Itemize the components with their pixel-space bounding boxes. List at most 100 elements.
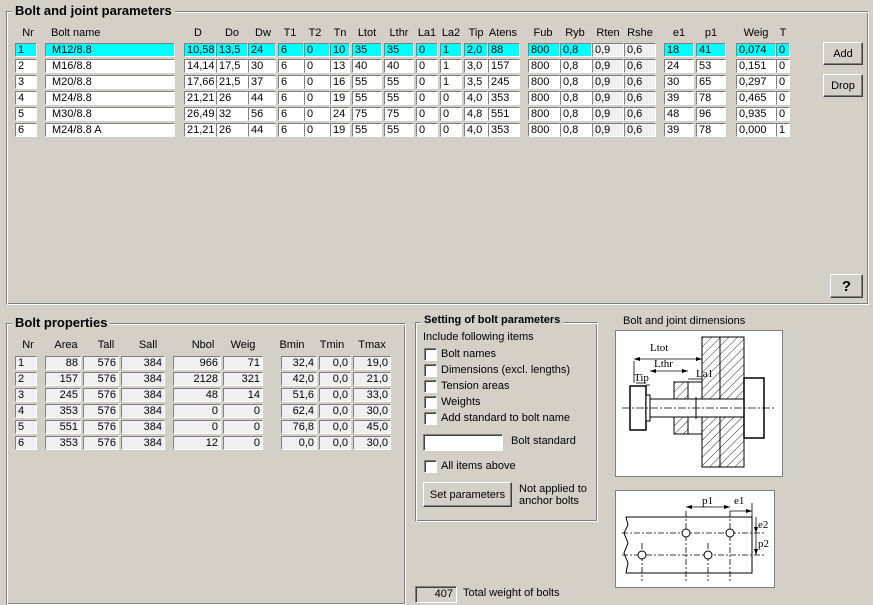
joint-cell-p1[interactable]: 53 [696, 59, 726, 73]
joint-cell-la1[interactable]: 0 [416, 91, 438, 105]
joint-cell-nr[interactable]: 4 [15, 91, 37, 105]
joint-cell-weig[interactable]: 0,151 [736, 59, 776, 73]
joint-cell-t[interactable]: 0 [776, 75, 790, 89]
joint-cell-t1[interactable]: 6 [278, 123, 304, 137]
drop-button[interactable]: Drop [823, 74, 863, 97]
joint-cell-atens[interactable]: 88 [488, 43, 520, 57]
joint-cell-t1[interactable]: 6 [278, 107, 304, 121]
joint-cell-e1[interactable]: 30 [664, 75, 694, 89]
joint-cell-t[interactable]: 0 [776, 107, 790, 121]
joint-cell-e1[interactable]: 39 [664, 123, 694, 137]
joint-cell-e1[interactable]: 39 [664, 91, 694, 105]
joint-cell-weig[interactable]: 0,074 [736, 43, 776, 57]
joint-cell-rshe[interactable]: 0,6 [624, 43, 656, 57]
joint-cell-lthr[interactable]: 40 [384, 59, 414, 73]
joint-cell-nr[interactable]: 1 [15, 43, 37, 57]
joint-cell-fub[interactable]: 800 [528, 107, 560, 121]
joint-cell-p1[interactable]: 78 [696, 91, 726, 105]
joint-cell-d[interactable]: 21,21 [184, 91, 216, 105]
add-standard-checkbox[interactable] [424, 412, 437, 425]
set-parameters-button[interactable]: Set parameters [423, 482, 512, 507]
tension-areas-checkbox[interactable] [424, 380, 437, 393]
joint-cell-la1[interactable]: 0 [416, 43, 438, 57]
joint-cell-rten[interactable]: 0,9 [592, 59, 624, 73]
joint-cell-nr[interactable]: 5 [15, 107, 37, 121]
joint-cell-p1[interactable]: 78 [696, 123, 726, 137]
joint-cell-ltot[interactable]: 55 [352, 91, 382, 105]
joint-cell-t[interactable]: 0 [776, 59, 790, 73]
joint-cell-bolt-name[interactable]: M16/8.8 [45, 59, 175, 73]
dimensions-checkbox[interactable] [424, 364, 437, 377]
joint-cell-rshe[interactable]: 0,6 [624, 123, 656, 137]
joint-cell-ryb[interactable]: 0,8 [560, 75, 592, 89]
joint-cell-la2[interactable]: 0 [440, 91, 462, 105]
joint-cell-atens[interactable]: 353 [488, 123, 520, 137]
joint-cell-rten[interactable]: 0,9 [592, 91, 624, 105]
joint-cell-do[interactable]: 26 [216, 91, 248, 105]
joint-cell-la1[interactable]: 0 [416, 75, 438, 89]
joint-cell-rten[interactable]: 0,9 [592, 107, 624, 121]
joint-cell-atens[interactable]: 551 [488, 107, 520, 121]
joint-cell-la1[interactable]: 0 [416, 59, 438, 73]
joint-cell-ltot[interactable]: 55 [352, 75, 382, 89]
joint-cell-rten[interactable]: 0,9 [592, 75, 624, 89]
joint-cell-atens[interactable]: 157 [488, 59, 520, 73]
joint-cell-dw[interactable]: 24 [248, 43, 276, 57]
joint-cell-nr[interactable]: 6 [15, 123, 37, 137]
joint-cell-weig[interactable]: 0,297 [736, 75, 776, 89]
joint-cell-d[interactable]: 26,49 [184, 107, 216, 121]
joint-cell-lthr[interactable]: 75 [384, 107, 414, 121]
joint-cell-fub[interactable]: 800 [528, 59, 560, 73]
joint-cell-lthr[interactable]: 55 [384, 123, 414, 137]
joint-cell-lthr[interactable]: 35 [384, 43, 414, 57]
joint-cell-la2[interactable]: 1 [440, 43, 462, 57]
joint-cell-ryb[interactable]: 0,8 [560, 107, 592, 121]
joint-cell-dw[interactable]: 44 [248, 91, 276, 105]
joint-cell-do[interactable]: 13,5 [216, 43, 248, 57]
joint-cell-tn[interactable]: 16 [330, 75, 350, 89]
joint-cell-p1[interactable]: 41 [696, 43, 726, 57]
joint-cell-tn[interactable]: 19 [330, 91, 350, 105]
joint-cell-la1[interactable]: 0 [416, 123, 438, 137]
joint-cell-ltot[interactable]: 40 [352, 59, 382, 73]
joint-cell-la1[interactable]: 0 [416, 107, 438, 121]
joint-cell-weig[interactable]: 0,000 [736, 123, 776, 137]
joint-cell-ryb[interactable]: 0,8 [560, 43, 592, 57]
joint-cell-nr[interactable]: 3 [15, 75, 37, 89]
joint-cell-rshe[interactable]: 0,6 [624, 91, 656, 105]
joint-cell-tn[interactable]: 13 [330, 59, 350, 73]
joint-cell-t1[interactable]: 6 [278, 43, 304, 57]
joint-cell-bolt-name[interactable]: M20/8.8 [45, 75, 175, 89]
joint-cell-la2[interactable]: 1 [440, 59, 462, 73]
joint-cell-t[interactable]: 0 [776, 91, 790, 105]
joint-cell-dw[interactable]: 44 [248, 123, 276, 137]
joint-cell-do[interactable]: 21,5 [216, 75, 248, 89]
bolt-standard-input[interactable] [423, 434, 503, 451]
all-items-checkbox[interactable] [424, 460, 437, 473]
joint-cell-e1[interactable]: 48 [664, 107, 694, 121]
joint-cell-bolt-name[interactable]: M24/8.8 [45, 91, 175, 105]
help-button[interactable]: ? [830, 274, 863, 298]
joint-cell-tip[interactable]: 2,0 [464, 43, 488, 57]
joint-cell-d[interactable]: 21,21 [184, 123, 216, 137]
joint-cell-dw[interactable]: 56 [248, 107, 276, 121]
joint-cell-rten[interactable]: 0,9 [592, 43, 624, 57]
joint-cell-atens[interactable]: 353 [488, 91, 520, 105]
joint-cell-t2[interactable]: 0 [304, 75, 330, 89]
joint-cell-tip[interactable]: 3,0 [464, 59, 488, 73]
add-button[interactable]: Add [823, 42, 863, 65]
joint-cell-rshe[interactable]: 0,6 [624, 59, 656, 73]
joint-cell-ltot[interactable]: 75 [352, 107, 382, 121]
joint-cell-bolt-name[interactable]: M12/8.8 [45, 43, 175, 57]
joint-cell-tip[interactable]: 4,8 [464, 107, 488, 121]
joint-cell-t[interactable]: 1 [776, 123, 790, 137]
joint-cell-do[interactable]: 17,5 [216, 59, 248, 73]
joint-cell-p1[interactable]: 96 [696, 107, 726, 121]
joint-cell-fub[interactable]: 800 [528, 123, 560, 137]
bolt-names-checkbox[interactable] [424, 348, 437, 361]
joint-cell-rshe[interactable]: 0,6 [624, 107, 656, 121]
joint-cell-t1[interactable]: 6 [278, 59, 304, 73]
joint-cell-e1[interactable]: 24 [664, 59, 694, 73]
joint-cell-tip[interactable]: 4,0 [464, 91, 488, 105]
joint-cell-la2[interactable]: 1 [440, 75, 462, 89]
